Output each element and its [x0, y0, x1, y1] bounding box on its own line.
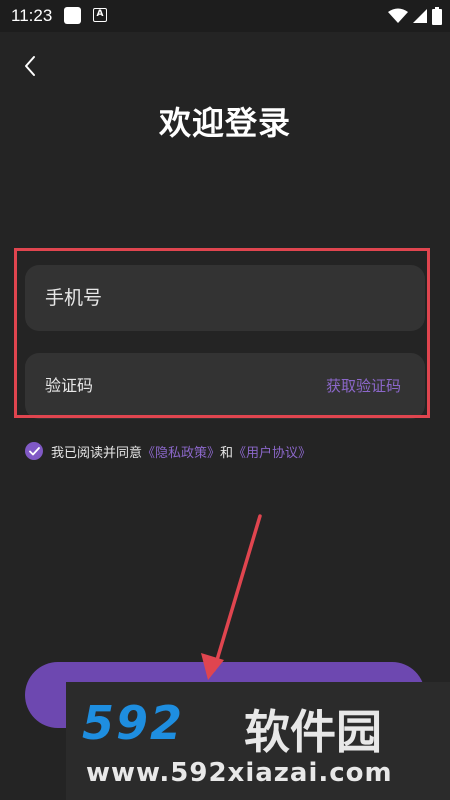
battery-icon [432, 7, 442, 25]
watermark: 592 软件园 www.592xiazai.com [66, 682, 450, 800]
page-title: 欢迎登录 [158, 104, 291, 142]
annotation-highlight-box [14, 248, 430, 418]
agreement-and: 和 [220, 445, 234, 461]
agreement-checkbox[interactable] [25, 442, 43, 460]
agreement-prefix: 我已阅读并同意 [51, 445, 143, 461]
wifi-icon [388, 8, 408, 23]
user-agreement-link[interactable]: 《用户协议》 [233, 442, 311, 461]
status-time: 11:23 [11, 6, 53, 25]
privacy-policy-link[interactable]: 《隐私政策》 [142, 442, 220, 461]
back-button[interactable] [16, 50, 44, 82]
status-bar: 11:23 A [0, 0, 450, 32]
watermark-logo-text: 软件园 [244, 705, 382, 759]
agreement-row: 我已阅读并同意 《隐私政策》 和 《用户协议》 [25, 440, 311, 462]
watermark-url: www.592xiazai.com [86, 758, 393, 788]
status-icons [388, 6, 442, 26]
checkmark-icon [28, 446, 40, 455]
a-keyboard-icon: A [93, 8, 107, 22]
signal-icon [413, 9, 427, 23]
watermark-logo-number: 592 [82, 696, 185, 750]
chevron-left-icon [25, 56, 35, 76]
notification-square-icon [64, 7, 81, 24]
